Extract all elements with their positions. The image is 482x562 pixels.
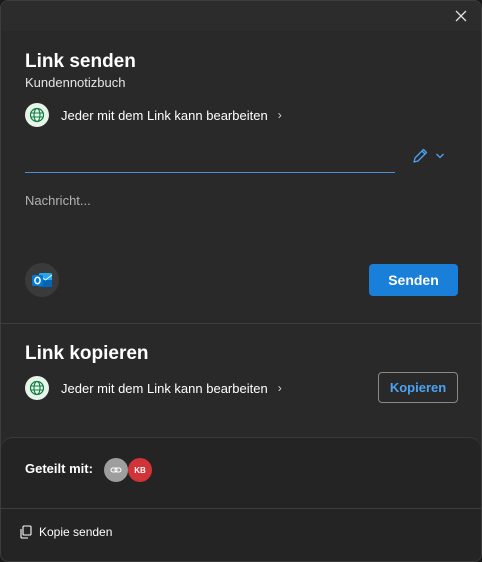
copy-link-title: Link kopieren [25,343,149,364]
close-icon [455,10,467,22]
copy-button[interactable]: Kopieren [378,372,458,403]
chevron-down-icon [436,153,444,159]
shared-with-panel: Geteilt mit: KB Kopie senden [1,437,481,561]
chevron-right-icon: › [277,108,282,122]
pencil-icon [413,148,428,163]
send-copy-button[interactable]: Kopie senden [19,522,112,542]
copy-permission-setting[interactable]: Jeder mit dem Link kann bearbeiten › [25,375,282,401]
section-divider [1,323,481,324]
message-input[interactable] [25,193,455,243]
shared-with-label: Geteilt mit: [25,461,93,476]
link-permission-dropdown[interactable] [411,145,453,167]
chevron-right-icon: › [277,381,282,395]
send-permission-setting[interactable]: Jeder mit dem Link kann bearbeiten › [25,102,282,128]
footer-divider [1,508,481,509]
notebook-name: Kundennotizbuch [25,75,126,90]
copy-permission-text: Jeder mit dem Link kann bearbeiten [61,380,268,396]
send-permission-text: Jeder mit dem Link kann bearbeiten [61,107,268,123]
send-button[interactable]: Senden [369,264,458,296]
globe-icon [25,376,49,400]
outlook-icon [32,273,53,287]
avatar-kb[interactable]: KB [128,458,152,482]
send-copy-label: Kopie senden [39,525,113,539]
recipients-field[interactable] [25,145,395,173]
outlook-button[interactable] [25,263,59,297]
recipients-input[interactable] [25,145,395,172]
copy-icon [20,525,32,539]
globe-icon [25,103,49,127]
share-dialog: Link senden Kundennotizbuch Jeder mit de… [0,0,482,562]
close-button[interactable] [449,5,473,27]
avatar-link[interactable] [104,458,128,482]
message-field[interactable] [25,193,455,243]
title-bar [1,1,481,31]
link-icon [110,467,122,473]
send-link-title: Link senden [25,51,136,72]
